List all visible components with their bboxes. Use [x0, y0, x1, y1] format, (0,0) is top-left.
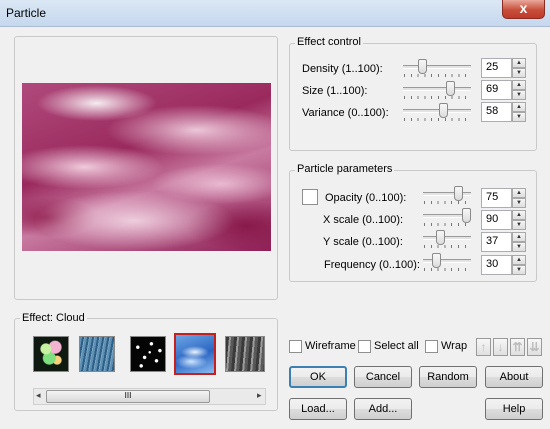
- y-scale-slider-ticks: [424, 245, 471, 248]
- x-scale-slider-thumb[interactable]: [462, 208, 471, 223]
- effect-control-title: Effect control: [295, 36, 363, 48]
- x-scale-label: X scale (0..100):: [323, 214, 404, 226]
- variance-label: Variance (0..100):: [302, 107, 389, 119]
- y-scale-input[interactable]: 37: [481, 232, 512, 252]
- scroll-right-icon[interactable]: ▸: [257, 390, 262, 401]
- cancel-button[interactable]: Cancel: [354, 366, 412, 388]
- density-input[interactable]: 25: [481, 58, 512, 78]
- size-slider-ticks: [404, 96, 471, 99]
- particle-parameters-title: Particle parameters: [295, 163, 395, 175]
- frequency-slider-thumb[interactable]: [432, 253, 441, 268]
- title-bar: [0, 0, 550, 27]
- opacity-slider-thumb[interactable]: [454, 186, 463, 201]
- spin-up-icon[interactable]: ▲: [512, 188, 526, 198]
- variance-slider[interactable]: [403, 109, 471, 113]
- size-label: Size (1..100):: [302, 85, 368, 97]
- size-spinner[interactable]: ▲ ▼: [512, 80, 526, 100]
- wrap-checkbox[interactable]: [425, 340, 438, 353]
- variance-slider-thumb[interactable]: [439, 103, 448, 118]
- spin-down-icon[interactable]: ▼: [512, 112, 526, 122]
- frequency-slider[interactable]: [423, 259, 471, 263]
- y-scale-slider-thumb[interactable]: [436, 230, 445, 245]
- select-all-label: Select all: [374, 340, 419, 352]
- frequency-label: Frequency (0..100):: [324, 259, 420, 271]
- x-scale-slider-ticks: [424, 223, 471, 226]
- close-icon: x: [519, 0, 528, 16]
- x-scale-input[interactable]: 90: [481, 210, 512, 230]
- frequency-slider-ticks: [424, 268, 471, 271]
- size-slider-thumb[interactable]: [446, 81, 455, 96]
- ok-button[interactable]: OK: [289, 366, 347, 388]
- spin-up-icon[interactable]: ▲: [512, 102, 526, 112]
- frequency-input[interactable]: 30: [481, 255, 512, 275]
- density-slider-ticks: [404, 74, 471, 77]
- help-button[interactable]: Help: [485, 398, 543, 420]
- opacity-spinner[interactable]: ▲ ▼: [512, 188, 526, 208]
- effect-thumb-rain[interactable]: [79, 336, 115, 372]
- density-label: Density (1..100):: [302, 63, 383, 75]
- scrollbar-thumb[interactable]: III: [46, 390, 210, 403]
- density-spinner[interactable]: ▲ ▼: [512, 58, 526, 78]
- opacity-checkbox[interactable]: [302, 189, 318, 205]
- size-input[interactable]: 69: [481, 80, 512, 100]
- spin-down-icon[interactable]: ▼: [512, 220, 526, 230]
- add-button[interactable]: Add...: [354, 398, 412, 420]
- spin-up-icon[interactable]: ▲: [512, 80, 526, 90]
- opacity-slider-ticks: [424, 201, 471, 204]
- random-button[interactable]: Random: [419, 366, 477, 388]
- effect-thumb-bubbles[interactable]: [33, 336, 69, 372]
- spin-down-icon[interactable]: ▼: [512, 90, 526, 100]
- select-all-checkbox[interactable]: [358, 340, 371, 353]
- wireframe-label: Wireframe: [305, 340, 356, 352]
- spin-down-icon[interactable]: ▼: [512, 198, 526, 208]
- spin-up-icon[interactable]: ▲: [512, 210, 526, 220]
- spin-down-icon[interactable]: ▼: [512, 242, 526, 252]
- effect-label: Effect: Cloud: [20, 312, 87, 324]
- effect-thumb-snow[interactable]: [130, 336, 166, 372]
- wireframe-checkbox[interactable]: [289, 340, 302, 353]
- spin-up-icon[interactable]: ▲: [512, 232, 526, 242]
- spin-up-icon[interactable]: ▲: [512, 58, 526, 68]
- spin-down-icon[interactable]: ▼: [512, 265, 526, 275]
- opacity-label: Opacity (0..100):: [325, 192, 407, 204]
- move-down-icon[interactable]: ↓: [493, 338, 508, 356]
- move-up-icon[interactable]: ↑: [476, 338, 491, 356]
- density-slider-thumb[interactable]: [418, 59, 427, 74]
- scroll-left-icon[interactable]: ◂: [36, 390, 41, 401]
- move-top-icon[interactable]: ⇈: [510, 338, 525, 356]
- move-bottom-icon[interactable]: ⇊: [527, 338, 542, 356]
- window-title: Particle: [6, 6, 47, 20]
- y-scale-spinner[interactable]: ▲ ▼: [512, 232, 526, 252]
- spin-down-icon[interactable]: ▼: [512, 68, 526, 78]
- close-button[interactable]: x: [502, 0, 545, 19]
- wrap-label: Wrap: [441, 340, 468, 352]
- size-slider[interactable]: [403, 87, 471, 91]
- scrollbar-grip-icon: III: [124, 391, 132, 400]
- effect-thumb-smoke[interactable]: [225, 336, 265, 372]
- variance-spinner[interactable]: ▲ ▼: [512, 102, 526, 122]
- density-slider[interactable]: [403, 65, 471, 69]
- y-scale-label: Y scale (0..100):: [323, 236, 403, 248]
- variance-input[interactable]: 58: [481, 102, 512, 122]
- preview-image: [22, 83, 271, 251]
- variance-slider-ticks: [404, 118, 471, 121]
- x-scale-spinner[interactable]: ▲ ▼: [512, 210, 526, 230]
- opacity-input[interactable]: 75: [481, 188, 512, 208]
- effect-thumb-cloud[interactable]: [174, 333, 216, 375]
- spin-up-icon[interactable]: ▲: [512, 255, 526, 265]
- load-button[interactable]: Load...: [289, 398, 347, 420]
- opacity-slider[interactable]: [423, 192, 471, 196]
- about-button[interactable]: About: [485, 366, 543, 388]
- y-scale-slider[interactable]: [423, 236, 471, 240]
- frequency-spinner[interactable]: ▲ ▼: [512, 255, 526, 275]
